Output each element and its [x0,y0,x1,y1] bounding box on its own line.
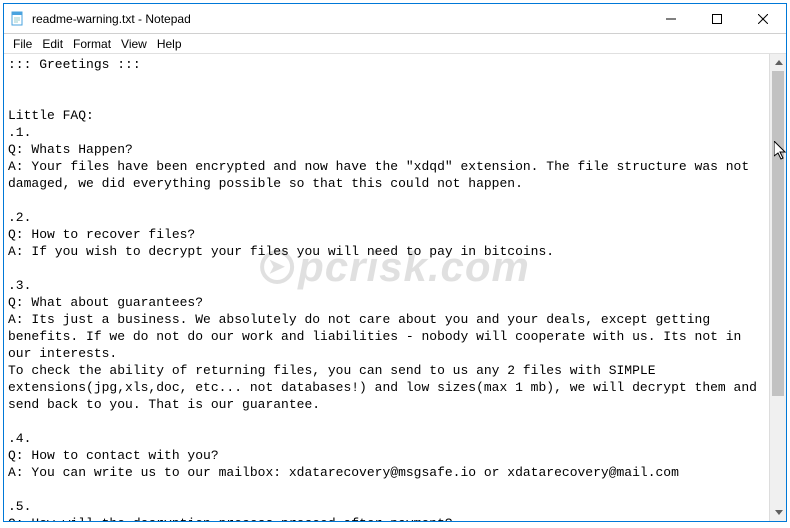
maximize-button[interactable] [694,4,740,33]
menu-file[interactable]: File [8,37,37,51]
close-button[interactable] [740,4,786,33]
titlebar[interactable]: readme-warning.txt - Notepad [4,4,786,34]
titlebar-left: readme-warning.txt - Notepad [4,11,191,27]
notepad-icon [10,11,26,27]
menubar: File Edit Format View Help [4,34,786,54]
menu-edit[interactable]: Edit [37,37,68,51]
minimize-button[interactable] [648,4,694,33]
vertical-scrollbar[interactable] [769,54,786,521]
menu-format[interactable]: Format [68,37,116,51]
scroll-down-arrow-icon[interactable] [770,504,786,521]
content-wrap: ::: Greetings ::: Little FAQ: .1. Q: Wha… [4,54,786,521]
window-title: readme-warning.txt - Notepad [32,12,191,26]
scroll-track[interactable] [770,71,786,504]
notepad-window: readme-warning.txt - Notepad File Edit F… [3,3,787,522]
scroll-up-arrow-icon[interactable] [770,54,786,71]
window-controls [648,4,786,33]
menu-view[interactable]: View [116,37,152,51]
text-area[interactable]: ::: Greetings ::: Little FAQ: .1. Q: Wha… [4,54,769,521]
scroll-thumb[interactable] [772,71,784,396]
menu-help[interactable]: Help [152,37,187,51]
